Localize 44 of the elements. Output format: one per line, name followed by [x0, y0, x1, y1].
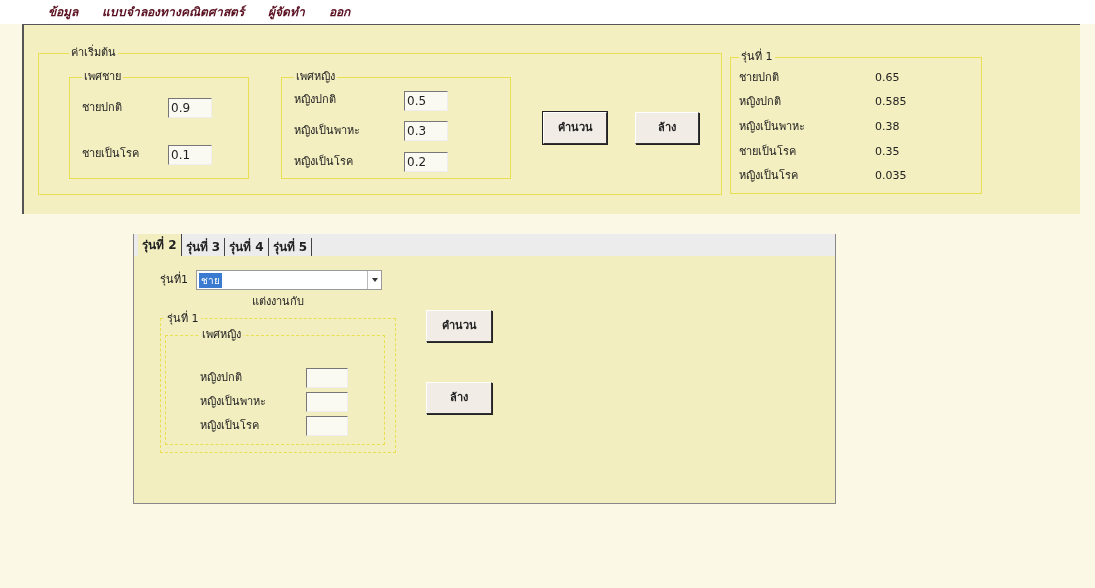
result-value: 0.035 — [875, 168, 907, 185]
group-title: เพศชาย — [83, 68, 122, 85]
field-label: ชายปกติ — [82, 100, 123, 117]
number-field[interactable] — [306, 392, 348, 412]
field-label: หญิงปกติ — [294, 92, 337, 109]
action-button[interactable]: คำนวน — [543, 111, 607, 144]
menu-item[interactable]: ข้อมูล — [48, 3, 78, 21]
tab[interactable]: รุ่นที่ 2 — [138, 234, 182, 256]
action-button[interactable]: ล้าง — [635, 111, 699, 144]
group-title: รุ่นที่ 1 — [740, 49, 774, 65]
result-label: หญิงปกติ — [739, 94, 782, 111]
number-field[interactable] — [306, 416, 348, 436]
result-label: ชายปกติ — [739, 69, 780, 86]
combo-label: รุ่นที่1 — [160, 271, 188, 288]
result-label: หญิงเป็นโรค — [739, 168, 799, 185]
married-label: แต่งงานกับ — [252, 294, 305, 310]
group-title: เพศหญิง — [295, 68, 336, 85]
group-title: รุ่นที่ 1 — [166, 310, 200, 327]
combo-box[interactable]: ชาย — [196, 270, 382, 290]
menu-item[interactable]: ผู้จัดทำ — [268, 3, 305, 21]
action-button[interactable]: คำนวน — [426, 310, 492, 342]
result-value: 0.585 — [875, 94, 907, 111]
field-label: ชายเป็นโรค — [82, 146, 140, 163]
field-label: หญิงเป็นโรค — [200, 417, 260, 434]
field-label: หญิงเป็นพาหะ — [200, 393, 267, 410]
action-button[interactable]: ล้าง — [426, 382, 492, 414]
dropdown-arrow-icon[interactable] — [367, 271, 381, 289]
group-title: เพศหญิง — [201, 327, 242, 343]
menu-item[interactable]: ออก — [329, 3, 350, 21]
field-label: หญิงปกติ — [200, 369, 243, 386]
result-value: 0.65 — [875, 69, 900, 86]
field-label: หญิงเป็นพาหะ — [294, 123, 361, 140]
number-field[interactable] — [306, 368, 348, 388]
field-label: หญิงเป็นโรค — [294, 154, 354, 171]
result-label: ชายเป็นโรค — [739, 143, 797, 160]
result-label: หญิงเป็นพาหะ — [739, 118, 806, 135]
result-value: 0.38 — [875, 118, 900, 135]
number-field[interactable]: 0.3 — [404, 121, 448, 142]
number-field[interactable]: 0.9 — [168, 98, 212, 119]
result-value: 0.35 — [875, 143, 900, 160]
group-title: ค่าเริ่มต้น — [70, 45, 117, 61]
number-field[interactable]: 0.2 — [404, 152, 448, 173]
number-field[interactable]: 0.5 — [404, 90, 448, 111]
number-field[interactable]: 0.1 — [168, 144, 212, 165]
